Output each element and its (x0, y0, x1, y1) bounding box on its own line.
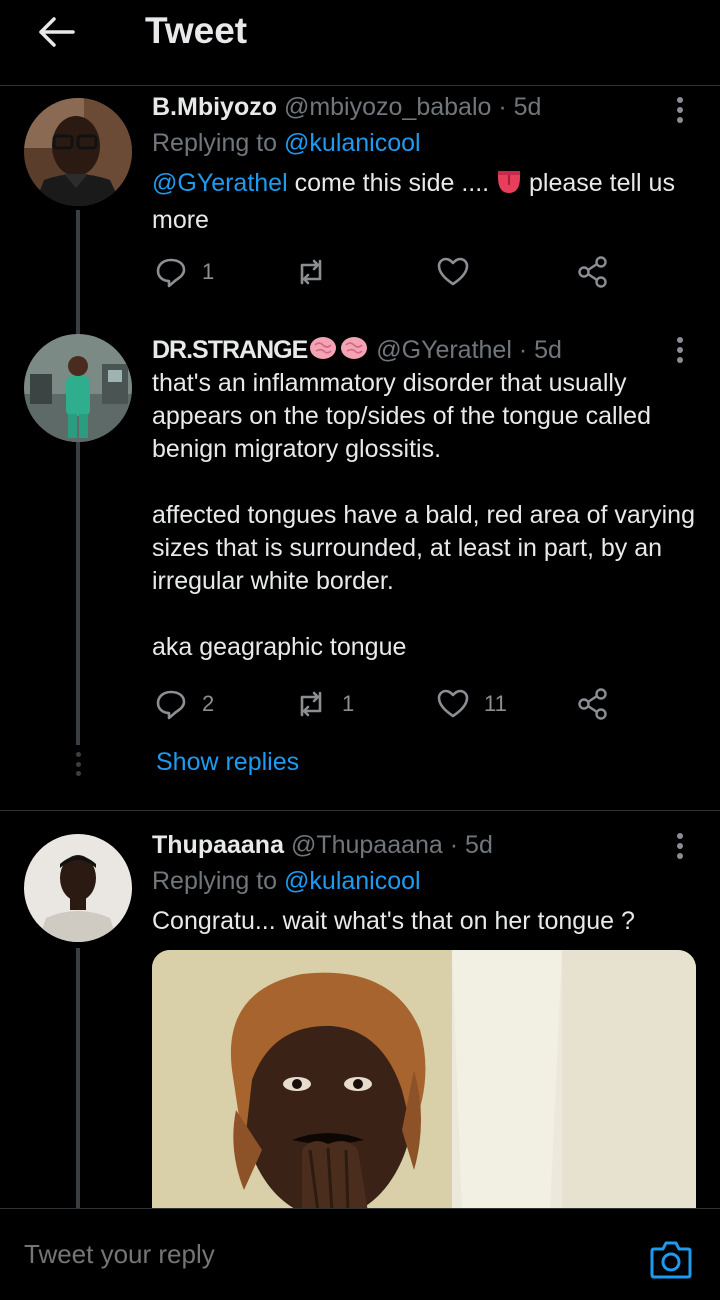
timestamp: · 5d (449, 831, 493, 859)
avatar[interactable] (24, 334, 132, 442)
retweet-icon (300, 259, 322, 285)
tweet-paragraph: that's an inflammatory disorder that usu… (152, 369, 651, 463)
avatar[interactable] (24, 834, 132, 942)
reply-count: 1 (202, 259, 215, 284)
display-name[interactable]: DR.STRANGE (152, 336, 308, 364)
avatar[interactable] (24, 98, 132, 206)
thread-line (76, 210, 80, 745)
brain-emoji-icon (309, 335, 369, 368)
like-button[interactable] (436, 252, 470, 292)
tweet-header: DR.STRANGE @GYerathel · 5d (152, 335, 562, 368)
share-icon (578, 688, 607, 720)
page-title: Tweet (145, 10, 248, 51)
retweet-count: 1 (342, 691, 355, 716)
share-button[interactable] (576, 684, 610, 724)
camera-button[interactable] (650, 1239, 692, 1279)
tweet-media-image[interactable] (152, 950, 696, 1212)
tweet-text-part: come this side .... (287, 169, 497, 197)
heart-icon (437, 257, 469, 286)
tongue-emoji-icon (496, 169, 522, 204)
replying-to: Replying to @kulanicool (152, 129, 421, 158)
like-button[interactable]: 11 (436, 684, 507, 724)
handle[interactable]: @Thupaaana (291, 831, 443, 859)
more-options-button[interactable] (670, 333, 690, 367)
reply-button[interactable]: 2 (154, 684, 214, 724)
tweet-text: @GYerathel come this side .... please te… (152, 167, 697, 237)
retweet-button[interactable] (294, 252, 328, 292)
arrow-left-icon (39, 17, 75, 47)
replying-to-link[interactable]: @kulanicool (284, 129, 421, 157)
display-name[interactable]: B.Mbiyozo (152, 93, 277, 121)
timestamp: · 5d (518, 336, 562, 364)
thread-continuation-dots (74, 752, 82, 776)
retweet-icon (300, 691, 322, 717)
handle[interactable]: @GYerathel (376, 336, 512, 364)
camera-icon (650, 1241, 692, 1279)
tweet-text: that's an inflammatory disorder that usu… (152, 367, 697, 664)
tweet-header: Thupaaana @Thupaaana · 5d (152, 831, 493, 860)
display-name[interactable]: Thupaaana (152, 831, 284, 859)
back-button[interactable] (30, 10, 82, 54)
reply-input[interactable] (24, 1239, 544, 1270)
replying-to-link[interactable]: @kulanicool (284, 867, 421, 895)
reply-icon (156, 690, 186, 720)
more-options-button[interactable] (670, 93, 690, 127)
replying-to-prefix: Replying to (152, 129, 285, 157)
mention-link[interactable]: @GYerathel (152, 169, 288, 197)
reply-button[interactable]: 1 (154, 252, 214, 292)
heart-icon (437, 689, 469, 718)
timestamp: · 5d (498, 93, 542, 121)
tweet-header: B.Mbiyozo @mbiyozo_babalo · 5d (152, 93, 541, 122)
handle[interactable]: @mbiyozo_babalo (284, 93, 491, 121)
reply-composer (0, 1208, 720, 1300)
share-button[interactable] (576, 252, 610, 292)
tweet-actions: 2 1 11 (152, 684, 622, 724)
top-bar: Tweet (0, 0, 720, 86)
reply-count: 2 (202, 691, 215, 716)
tweet-paragraph: affected tongues have a bald, red area o… (152, 501, 695, 595)
replying-to-prefix: Replying to (152, 867, 285, 895)
thread-line (76, 948, 80, 1208)
show-replies-link[interactable]: Show replies (156, 748, 299, 777)
tweet-actions: 1 (152, 252, 622, 292)
tweet-text: Congratu... wait what's that on her tong… (152, 907, 635, 935)
replying-to: Replying to @kulanicool (152, 867, 421, 896)
divider (0, 810, 720, 811)
reply-icon (156, 258, 186, 288)
more-options-button[interactable] (670, 829, 690, 863)
tweet-paragraph: aka geagraphic tongue (152, 633, 407, 661)
retweet-button[interactable]: 1 (294, 684, 354, 724)
share-icon (578, 256, 607, 288)
like-count: 11 (484, 691, 507, 716)
